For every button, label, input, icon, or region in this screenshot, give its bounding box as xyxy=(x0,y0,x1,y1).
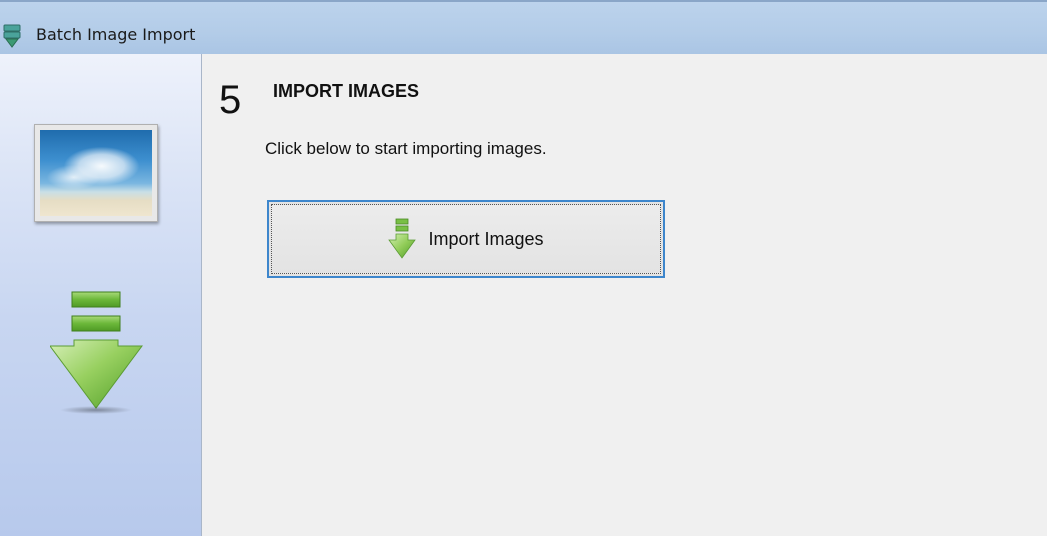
import-button-label: Import Images xyxy=(428,228,544,249)
landscape-photo-icon xyxy=(34,124,158,222)
step-instruction: Click below to start importing images. xyxy=(265,139,547,158)
step-number: 5 xyxy=(219,78,242,122)
window-title: Batch Image Import xyxy=(36,25,196,44)
batch-image-import-window: Batch Image Import 5 IMPORT IMAGES Click… xyxy=(0,0,1047,536)
import-images-button[interactable]: Import Images xyxy=(267,200,665,278)
app-icon xyxy=(2,24,24,48)
step-title: IMPORT IMAGES xyxy=(273,81,420,101)
download-arrow-icon xyxy=(388,218,417,260)
title-bar[interactable]: Batch Image Import xyxy=(0,0,1047,54)
wizard-sidebar xyxy=(0,54,202,536)
download-arrow-icon xyxy=(49,290,146,416)
import-button-focus-rect: Import Images xyxy=(271,204,661,274)
wizard-content: 5 IMPORT IMAGES Click below to start imp… xyxy=(203,54,1047,536)
